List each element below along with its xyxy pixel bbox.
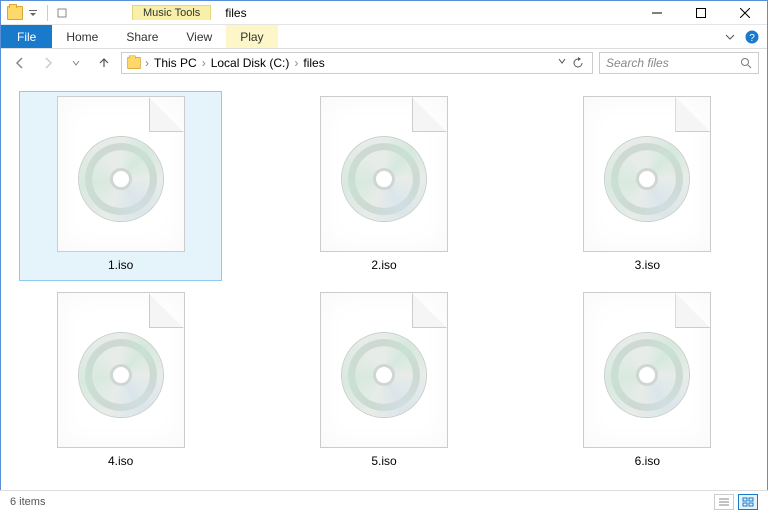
item-count: 6 items — [10, 496, 45, 508]
tab-view[interactable]: View — [172, 25, 226, 48]
file-name: 3.iso — [635, 258, 660, 272]
tab-share[interactable]: Share — [112, 25, 172, 48]
file-name: 2.iso — [371, 258, 396, 272]
breadcrumb-root[interactable]: This PC — [152, 56, 199, 70]
search-input[interactable]: Search files — [599, 52, 759, 74]
iso-file-icon — [57, 292, 185, 448]
file-item[interactable]: 6.iso — [546, 287, 749, 477]
file-item[interactable]: 5.iso — [282, 287, 485, 477]
tab-home[interactable]: Home — [52, 25, 112, 48]
file-item[interactable]: 2.iso — [282, 91, 485, 281]
large-icons-view-button[interactable] — [738, 494, 758, 510]
breadcrumb-drive[interactable]: Local Disk (C:) — [209, 56, 292, 70]
up-button[interactable] — [93, 52, 115, 74]
search-icon — [740, 57, 752, 69]
title-bar: Music Tools files — [1, 1, 767, 25]
file-name: 1.iso — [108, 258, 133, 272]
quick-access-dropdown[interactable] — [25, 5, 41, 21]
maximize-button[interactable] — [679, 1, 723, 25]
chevron-right-icon: › — [199, 56, 209, 70]
address-toolbar: › This PC › Local Disk (C:) › files Sear… — [1, 49, 767, 77]
tab-file[interactable]: File — [1, 25, 52, 48]
contextual-tab-music: Music Tools — [132, 5, 211, 20]
file-name: 6.iso — [635, 454, 660, 468]
address-bar[interactable]: › This PC › Local Disk (C:) › files — [121, 52, 593, 74]
file-grid: 1.iso 2.iso 3.iso 4.iso 5.iso 6.iso — [1, 77, 767, 489]
svg-text:?: ? — [749, 33, 755, 44]
file-name: 4.iso — [108, 454, 133, 468]
breadcrumb-folder[interactable]: files — [301, 56, 326, 70]
iso-file-icon — [320, 292, 448, 448]
help-icon[interactable]: ? — [745, 30, 759, 44]
ribbon-expand-icon[interactable] — [725, 32, 735, 42]
iso-file-icon — [57, 96, 185, 252]
refresh-icon[interactable] — [572, 57, 584, 69]
iso-file-icon — [320, 96, 448, 252]
iso-file-icon — [583, 292, 711, 448]
folder-icon — [127, 57, 141, 69]
iso-file-icon — [583, 96, 711, 252]
file-item[interactable]: 3.iso — [546, 91, 749, 281]
folder-icon — [7, 5, 23, 21]
tab-play[interactable]: Play — [226, 25, 277, 48]
close-button[interactable] — [723, 1, 767, 25]
status-bar: 6 items — [0, 490, 768, 512]
window-title: files — [213, 6, 246, 20]
details-view-button[interactable] — [714, 494, 734, 510]
address-dropdown-icon[interactable] — [558, 57, 566, 69]
ribbon-tabs: File Home Share View Play ? — [1, 25, 767, 49]
recent-dropdown[interactable] — [65, 52, 87, 74]
file-item[interactable]: 1.iso — [19, 91, 222, 281]
properties-shortcut[interactable] — [54, 5, 70, 21]
search-placeholder: Search files — [606, 56, 669, 70]
forward-button[interactable] — [37, 52, 59, 74]
back-button[interactable] — [9, 52, 31, 74]
minimize-button[interactable] — [635, 1, 679, 25]
chevron-right-icon: › — [291, 56, 301, 70]
chevron-right-icon: › — [142, 56, 152, 70]
file-name: 5.iso — [371, 454, 396, 468]
file-item[interactable]: 4.iso — [19, 287, 222, 477]
